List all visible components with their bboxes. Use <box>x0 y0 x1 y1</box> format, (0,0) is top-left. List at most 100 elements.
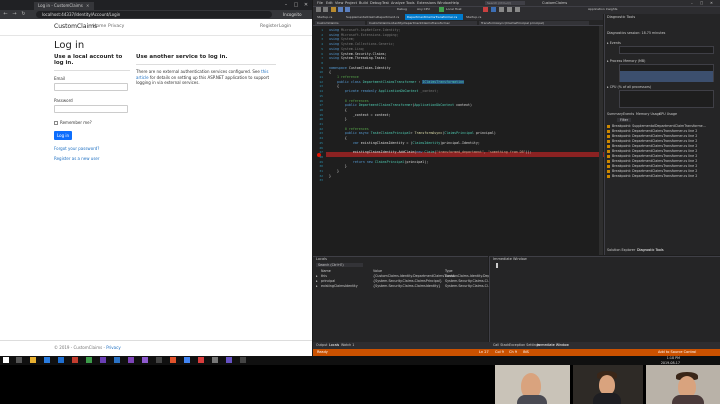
code-line[interactable]: using System; <box>329 37 355 41</box>
code-line[interactable]: using System.Collections.Generic; <box>329 42 395 46</box>
search-icon[interactable] <box>16 357 22 363</box>
save-icon[interactable] <box>338 7 343 12</box>
expand-icon[interactable]: ▸ <box>316 274 318 278</box>
code-lines[interactable]: 1 using Microsoft.AspNetCore.Identity; 2 us… <box>313 28 598 255</box>
save-all-icon[interactable] <box>345 7 350 12</box>
event-row[interactable]: Breakpoint: DepartmentClaimsTransformer.… <box>612 169 697 173</box>
visual-studio-icon[interactable] <box>128 357 134 363</box>
close-window-icon[interactable]: ✕ <box>302 2 310 8</box>
forward-icon[interactable]: → <box>11 11 18 18</box>
diag-tab-events[interactable]: Events <box>623 112 634 116</box>
maximize-icon[interactable]: □ <box>292 2 300 8</box>
config-dropdown[interactable]: Debug <box>397 7 407 12</box>
step-out-icon[interactable] <box>515 7 520 12</box>
event-row[interactable]: Breakpoint: DepartmentClaimsTransformer.… <box>612 129 697 133</box>
restart-icon[interactable] <box>491 7 496 12</box>
app-icon[interactable] <box>72 357 78 363</box>
code-line[interactable]: { <box>329 136 347 140</box>
code-line[interactable]: } <box>329 164 347 168</box>
run-target-dropdown[interactable]: Local Host <box>446 7 462 12</box>
mail-icon[interactable] <box>58 357 64 363</box>
diagnostic-tools-tab[interactable]: Diagnostic Tools <box>637 248 664 252</box>
code-line[interactable]: using System.Linq; <box>329 47 365 51</box>
diag-tab-cpu[interactable]: CPU Usage <box>659 112 677 116</box>
cpu-label[interactable]: ▸ CPU (% of all processors) <box>607 85 651 89</box>
app-insights-button[interactable]: Application Insights <box>588 7 617 12</box>
app-icon[interactable] <box>240 357 246 363</box>
app-icon[interactable] <box>170 357 176 363</box>
add-to-source-control[interactable]: Add to Source Control <box>658 349 696 356</box>
code-line[interactable]: public class DepartmentClaimsTransformer… <box>329 79 465 84</box>
vs-search-box[interactable]: Search (Ctrl+Q) <box>485 1 525 5</box>
event-row[interactable]: Breakpoint: DepartmentClaimsTransformer.… <box>612 139 697 143</box>
code-line[interactable]: 0 references <box>329 99 369 103</box>
code-line[interactable]: using System.Security.Claims; <box>329 52 387 56</box>
close-tab-icon[interactable]: ✕ <box>86 2 89 10</box>
locals-row[interactable]: ▸ existingClaimsIdentity {System.Security.… <box>316 284 491 289</box>
tab-immediate-window[interactable]: Immediate Window <box>537 343 569 347</box>
code-line[interactable]: { <box>329 70 331 74</box>
step-into-icon[interactable] <box>507 7 512 12</box>
site-brand[interactable]: CustomClaims <box>54 23 97 30</box>
code-line[interactable]: 0 references <box>329 127 369 131</box>
open-folder-icon[interactable] <box>331 7 336 12</box>
code-line[interactable]: _context = context; <box>329 113 391 117</box>
incognito-badge[interactable]: Incognito <box>283 11 302 18</box>
code-line[interactable]: { <box>329 84 339 88</box>
event-row[interactable]: Breakpoint: DepartmentClaimsTransformer.… <box>612 154 697 158</box>
file-explorer-icon[interactable] <box>30 357 36 363</box>
code-line[interactable]: public async Task<ClaimsPrincipal> Trans… <box>329 131 496 135</box>
visual-studio-icon[interactable] <box>142 357 148 363</box>
nav-login-link[interactable]: Login <box>279 24 291 29</box>
tab-output[interactable]: Output <box>316 343 327 347</box>
process-memory-label[interactable]: ▸ Process Memory (MB) <box>607 59 645 63</box>
diag-tab-summary[interactable]: Summary <box>607 112 623 116</box>
locals-search[interactable]: Search (Ctrl+E) <box>316 263 363 267</box>
nav-register-link[interactable]: Register <box>260 24 279 29</box>
url-input[interactable]: localhost:44337/Identity/Account/Login <box>36 11 272 18</box>
member-combo[interactable]: TransformAsync(ClaimsPrincipal principal… <box>479 21 589 25</box>
remember-label[interactable]: Remember me? <box>60 120 92 125</box>
remember-checkbox[interactable] <box>54 121 58 125</box>
event-row[interactable]: Breakpoint: SupplementalDepartmentClaimT… <box>612 124 706 128</box>
event-row[interactable]: Breakpoint: DepartmentClaimsTransformer.… <box>612 164 697 168</box>
memory-chart[interactable] <box>619 64 714 82</box>
events-filter[interactable]: Filter <box>617 118 632 122</box>
chrome-icon[interactable] <box>184 357 190 363</box>
event-row[interactable]: Breakpoint: DepartmentClaimsTransformer.… <box>612 134 697 138</box>
tab-call-stack[interactable]: Call Stack <box>493 343 509 347</box>
continue-icon[interactable] <box>439 7 444 12</box>
immediate-cursor[interactable] <box>496 263 498 268</box>
taskbar-clock[interactable]: 1:18 PM 2019-08-17 <box>650 356 680 365</box>
terminal-icon[interactable] <box>156 357 162 363</box>
platform-dropdown[interactable]: Any CPU <box>417 7 430 12</box>
stop-icon[interactable] <box>483 7 488 12</box>
code-line[interactable]: } <box>329 117 347 121</box>
code-line[interactable]: public DepartmentClaimsTransformer(Appli… <box>329 103 472 107</box>
project-combo[interactable]: CustomClaims <box>315 21 365 25</box>
events-section-label[interactable]: ▸ Events <box>607 41 621 45</box>
code-line[interactable]: } <box>329 174 331 178</box>
expand-icon[interactable]: ▸ <box>316 284 318 288</box>
back-icon[interactable]: ← <box>2 11 9 18</box>
minimize-icon[interactable]: – <box>282 2 290 8</box>
code-line[interactable]: return new ClaimsPrincipal(principal); <box>329 160 428 164</box>
tab-locals[interactable]: Locals <box>329 343 339 347</box>
code-line[interactable]: 1 reference <box>329 75 359 79</box>
event-row[interactable]: Breakpoint: DepartmentClaimsTransformer.… <box>612 144 697 148</box>
nav-privacy-link[interactable]: Privacy <box>108 24 124 29</box>
email-input[interactable] <box>54 83 128 91</box>
solution-explorer-tab[interactable]: Solution Explorer <box>607 248 635 252</box>
tab-watch[interactable]: Watch 1 <box>341 343 354 347</box>
event-row[interactable]: Breakpoint: DepartmentClaimsTransformer.… <box>612 149 697 153</box>
events-timeline[interactable] <box>619 46 714 54</box>
start-icon[interactable] <box>3 357 9 363</box>
event-row[interactable]: Breakpoint: DepartmentClaimsTransformer.… <box>612 174 697 178</box>
editor-scrollbar[interactable] <box>599 26 603 255</box>
code-line[interactable]: existingClaimsIdentity.AddClaim(new Clai… <box>329 150 532 154</box>
type-combo[interactable]: CustomClaims.Identity.DepartmentClaimsTr… <box>367 21 477 25</box>
code-line[interactable]: using Microsoft.Extensions.Logging; <box>329 33 399 37</box>
footer-privacy-link[interactable]: Privacy <box>106 345 120 350</box>
tab-exception-settings[interactable]: Exception Settings <box>509 343 540 347</box>
nav-home-link[interactable]: Home <box>93 24 106 29</box>
